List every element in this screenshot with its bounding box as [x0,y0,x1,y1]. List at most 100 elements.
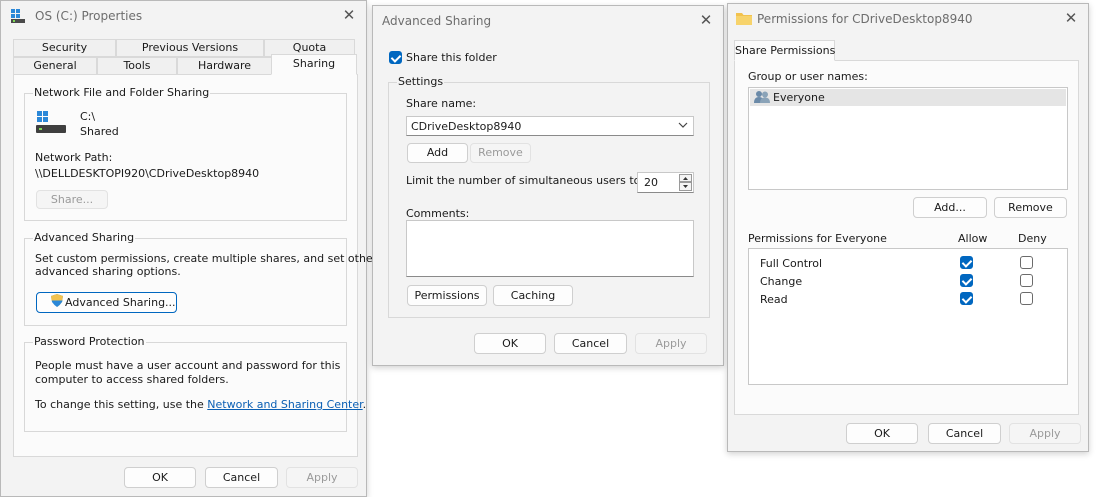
shared-drive-icon [36,111,66,137]
advanced-sharing-button-label: Advanced Sharing... [65,296,176,309]
permissions-cancel-label: Cancel [945,427,984,440]
permissions-window: Permissions for CDriveDesktop8940 ✕ Shar… [727,3,1089,452]
permissions-ok-label: OK [874,427,890,440]
tab-hardware[interactable]: Hardware [177,57,272,75]
permissions-apply-button[interactable]: Apply [1009,423,1081,444]
share-button[interactable]: Share... [36,190,108,209]
permissions-for-label: Permissions for Everyone [748,232,887,245]
share-name-combobox[interactable]: CDriveDesktop8940 [406,116,694,136]
tab-share-permissions-label: Share Permissions [735,44,836,57]
allow-checkbox[interactable] [960,292,973,305]
share-this-folder-checkbox[interactable] [389,51,402,64]
tab-previous-versions-label: Previous Versions [141,41,239,54]
permission-name: Change [760,275,803,288]
properties-cancel-label: Cancel [222,471,261,484]
permissions-apply-label: Apply [1029,427,1061,440]
tab-tools[interactable]: Tools [97,57,177,75]
advanced-cancel-button[interactable]: Cancel [554,333,627,354]
add-permission-label: Add... [934,201,966,214]
drive-icon [11,9,27,23]
share-name-label: Share name: [406,97,477,110]
add-share-label: Add [426,146,449,159]
tab-share-permissions[interactable]: Share Permissions [734,40,835,61]
remove-permission-label: Remove [1008,201,1053,214]
advanced-apply-button[interactable]: Apply [635,333,707,354]
tab-sharing[interactable]: Sharing [271,54,357,75]
tab-quota-label: Quota [292,41,327,54]
password-change-suffix: . [362,398,367,411]
group-user-list: Everyone [748,87,1068,190]
allow-checkbox[interactable] [960,274,973,287]
properties-titlebar[interactable]: OS (C:) Properties ✕ [1,1,366,31]
spinner-up-icon[interactable] [679,174,692,182]
password-protection-group-label: Password Protection [33,335,146,348]
network-sharing-center-link[interactable]: Network and Sharing Center [207,398,362,411]
permissions-button[interactable]: Permissions [407,285,487,306]
tab-previous-versions[interactable]: Previous Versions [116,39,264,57]
deny-checkbox[interactable] [1020,292,1033,305]
add-share-button[interactable]: Add [407,143,468,163]
permissions-list: Full Control Change Read [748,248,1068,385]
advanced-desc-line-2: advanced sharing options. [35,265,181,278]
close-icon[interactable]: ✕ [695,10,717,30]
permissions-ok-button[interactable]: OK [846,423,918,444]
caching-button-label: Caching [510,289,556,302]
tab-tools-label: Tools [123,59,151,72]
advanced-sharing-group-label: Advanced Sharing [33,231,136,244]
advanced-sharing-titlebar[interactable]: Advanced Sharing ✕ [373,6,723,36]
deny-checkbox[interactable] [1020,274,1033,287]
advanced-ok-button[interactable]: OK [474,333,546,354]
properties-cancel-button[interactable]: Cancel [205,467,278,488]
remove-share-label: Remove [478,146,523,159]
comments-label: Comments: [406,207,470,220]
permissions-titlebar[interactable]: Permissions for CDriveDesktop8940 ✕ [728,4,1088,34]
chevron-down-icon [678,120,688,133]
permission-name: Read [760,293,788,306]
spinner-down-icon[interactable] [679,182,692,191]
remove-permission-button[interactable]: Remove [994,197,1067,218]
password-protection-group: Password Protection [24,335,347,432]
caching-button[interactable]: Caching [493,285,573,306]
shield-icon [51,293,63,313]
close-icon[interactable]: ✕ [1060,8,1082,28]
properties-window: OS (C:) Properties ✕ Security Previous V… [0,0,377,497]
properties-apply-label: Apply [306,471,338,484]
allow-header: Allow [958,232,988,245]
network-path: \\DELLDESKTOPI920\CDriveDesktop8940 [35,167,260,180]
drive-status: Shared [80,125,119,138]
share-button-label: Share... [50,193,94,206]
properties-title: OS (C:) Properties [35,9,143,23]
tab-general[interactable]: General [13,57,97,75]
share-name-value: CDriveDesktop8940 [411,120,522,133]
tab-general-label: General [33,59,77,72]
add-permission-button[interactable]: Add... [913,197,987,218]
properties-ok-button[interactable]: OK [124,467,196,488]
user-limit-spinner[interactable]: 20 [637,172,694,193]
advanced-desc-line-1: Set custom permissions, create multiple … [35,252,378,265]
close-icon[interactable]: ✕ [338,5,360,25]
table-row: Change [749,273,1067,291]
tab-security[interactable]: Security [13,39,116,57]
advanced-sharing-button[interactable]: Advanced Sharing... [36,292,177,313]
properties-apply-button[interactable]: Apply [286,467,358,488]
tab-sharing-label: Sharing [292,57,336,70]
remove-share-button[interactable]: Remove [470,143,531,163]
list-item[interactable]: Everyone [750,89,1066,106]
comments-textarea[interactable] [406,220,694,277]
permissions-cancel-button[interactable]: Cancel [928,423,1001,444]
advanced-cancel-label: Cancel [571,337,610,350]
allow-checkbox[interactable] [960,256,973,269]
users-icon [754,90,771,107]
settings-group-label: Settings [397,75,445,88]
user-limit-value: 20 [644,176,658,189]
advanced-sharing-title: Advanced Sharing [382,14,492,28]
user-name: Everyone [773,91,825,104]
permissions-title: Permissions for CDriveDesktop8940 [757,12,973,26]
deny-checkbox[interactable] [1020,256,1033,269]
group-names-label: Group or user names: [748,70,868,83]
properties-ok-label: OK [152,471,168,484]
tab-hardware-label: Hardware [197,59,252,72]
network-path-label: Network Path: [35,151,113,164]
network-sharing-group-label: Network File and Folder Sharing [33,86,211,99]
advanced-sharing-window: Advanced Sharing ✕ Share this folder Set… [372,5,724,366]
